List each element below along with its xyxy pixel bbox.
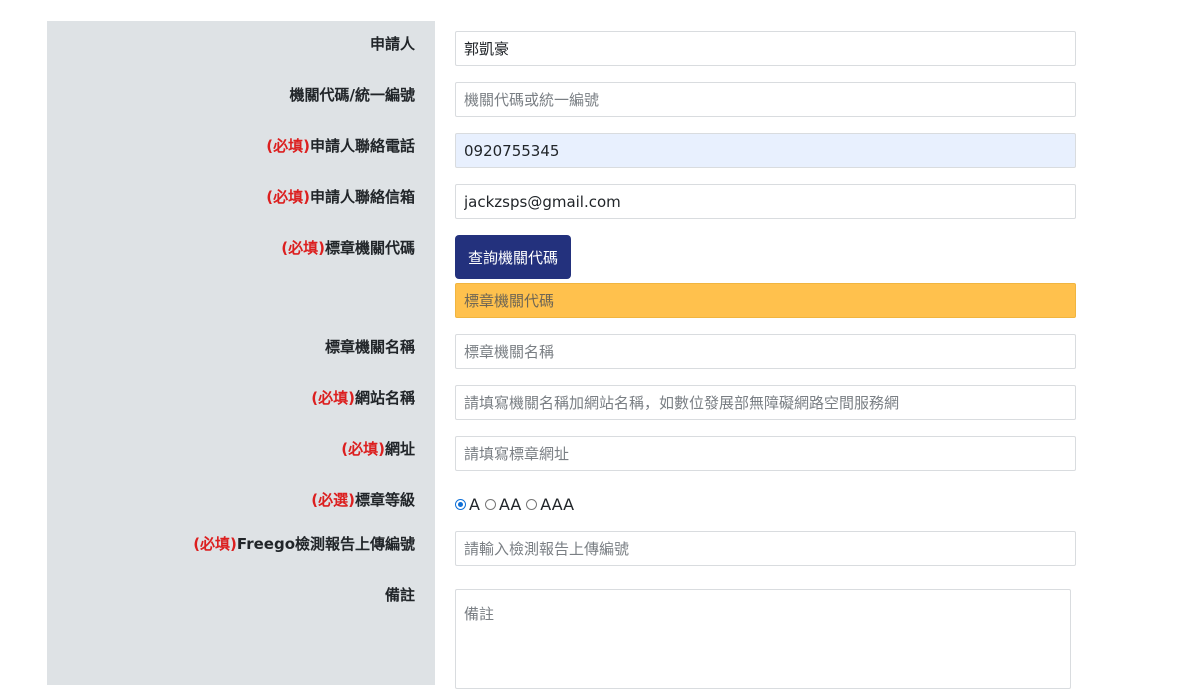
required-marker: (必填): [266, 188, 310, 206]
lookup-agency-code-button[interactable]: 查詢機關代碼: [455, 235, 571, 279]
required-marker: (必填): [193, 535, 237, 553]
agency-code-input[interactable]: [455, 82, 1076, 117]
level-option-aa[interactable]: AA: [484, 495, 521, 514]
radio-unchecked-icon[interactable]: [526, 498, 538, 510]
site-name-input[interactable]: [455, 385, 1076, 420]
required-marker: (必填): [281, 239, 325, 257]
required-marker: (必填): [311, 389, 355, 407]
badge-code-input[interactable]: [455, 283, 1076, 318]
phone-input[interactable]: [455, 133, 1076, 168]
label-url: (必填)網址: [341, 440, 415, 458]
label-agency-code: 機關代碼/統一編號: [289, 86, 415, 104]
label-badge-name: 標章機關名稱: [324, 338, 415, 356]
label-level: (必選)標章等級: [311, 491, 415, 509]
label-phone: (必填)申請人聯絡電話: [266, 137, 415, 155]
report-number-input[interactable]: [455, 531, 1076, 566]
label-site-name: (必填)網站名稱: [311, 389, 415, 407]
label-note: 備註: [384, 586, 415, 604]
label-applicant: 申請人: [369, 35, 415, 53]
level-option-aaa[interactable]: AAA: [526, 495, 574, 514]
label-badge-code: (必填)標章機關代碼: [281, 239, 415, 257]
required-marker: (必選): [311, 491, 355, 509]
url-input[interactable]: [455, 436, 1076, 471]
badge-name-input[interactable]: [455, 334, 1076, 369]
level-option-a[interactable]: A: [455, 495, 480, 514]
applicant-input[interactable]: [455, 31, 1076, 66]
required-marker: (必填): [266, 137, 310, 155]
required-marker: (必填): [341, 440, 385, 458]
label-report: (必填)Freego檢測報告上傳編號: [193, 535, 415, 553]
radio-unchecked-icon[interactable]: [484, 498, 496, 510]
level-radio-group: A AA AAA: [455, 494, 579, 514]
radio-checked-icon[interactable]: [455, 498, 466, 510]
email-input[interactable]: [455, 184, 1076, 219]
note-textarea[interactable]: [455, 589, 1071, 689]
label-email: (必填)申請人聯絡信箱: [266, 188, 415, 206]
